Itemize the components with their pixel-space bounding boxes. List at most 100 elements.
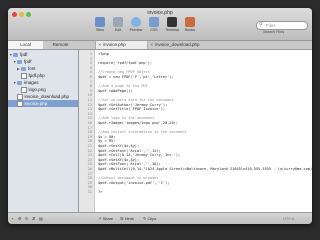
line-number: 9 — [89, 88, 92, 93]
sidebar-item-invoice-download[interactable]: invoice_download.php — [8, 93, 78, 101]
file-tab-invoice[interactable]: ✕ invoice.php — [95, 41, 147, 49]
code-line[interactable]: //Set up meta data for the document — [98, 98, 174, 102]
code-line[interactable]: //Add contact information to the documen… — [98, 130, 187, 134]
line-number: 14 — [87, 111, 92, 116]
line-number: 15 — [87, 116, 92, 121]
line-number-gutter: 1 2 3 4 5 6 7 8 9 10 11 12 13 14 15 16 17 18 19 20 21 22 23 24 2… — [79, 50, 95, 212]
sidebar-item-label: fpdf.php — [28, 73, 45, 78]
line-number: 30 — [87, 185, 92, 190]
toolbar-books-label: Books — [185, 28, 195, 32]
sidebar-item-images[interactable]: ▼ images — [8, 79, 78, 86]
line-number: 10 — [87, 93, 92, 98]
css-icon — [149, 17, 159, 27]
close-tab-icon[interactable]: ✕ — [150, 41, 153, 49]
share-button[interactable]: ↗ Share — [98, 216, 113, 221]
line-number: 16 — [87, 121, 92, 125]
encoding-indicator[interactable]: UTF-8 — [283, 216, 294, 221]
books-icon — [185, 17, 195, 27]
folder-action-icon[interactable]: ▤ — [39, 216, 43, 221]
toolbar-css-button[interactable]: CSS — [146, 17, 162, 32]
sidebar-item-label: fpdf — [20, 52, 28, 57]
sidebar-item-logo[interactable]: logo.png — [8, 86, 78, 94]
line-number: 26 — [87, 167, 92, 171]
code-line[interactable]: $pdf->SetTitle('FPDF Invoice'); — [98, 107, 165, 111]
code-line[interactable]: $pdf->MultiCell(0,14,"1024 Apple Street\… — [98, 167, 312, 171]
line-number: 18 — [87, 130, 92, 135]
code-line[interactable]: $y = 95; — [98, 139, 115, 143]
code-line[interactable]: $pdf->Output('invoice.pdf', 'I'); — [98, 181, 169, 185]
sidebar-item-fpdf[interactable]: ▼ fpdf — [8, 58, 78, 65]
toolbar-books-button[interactable]: Books — [182, 17, 198, 32]
sidebar-item-label: invoice.php — [24, 101, 48, 106]
line-number: 5 — [89, 70, 92, 75]
toolbar-preview-label: Preview — [129, 28, 143, 32]
close-tab-icon[interactable]: ✕ — [98, 41, 101, 49]
sidebar-item-label: images — [24, 80, 39, 85]
folder-icon — [17, 60, 22, 64]
app-window: invoice.php Sites Edit Preview CSS Termi… — [8, 8, 312, 224]
sidebar-item-label: font — [28, 66, 36, 71]
code-line[interactable]: //Add logo to the document — [98, 116, 154, 120]
tab-local[interactable]: Local — [8, 41, 43, 49]
line-number: 8 — [89, 84, 92, 89]
folder-icon — [17, 81, 22, 85]
settings-icon[interactable]: ⚙ — [18, 216, 22, 221]
sidebar-item-invoice[interactable]: invoice.php — [8, 100, 78, 108]
code-editor[interactable]: <?php require('fpdf/fpdf.php'); //Create n… — [95, 50, 312, 212]
search-input[interactable]: ⚲ Files — [256, 21, 308, 30]
code-line[interactable]: <?php — [98, 52, 109, 56]
refresh-icon[interactable]: ↻ — [25, 216, 28, 221]
line-number: 12 — [87, 102, 92, 107]
toolbar-sites-button[interactable]: Sites — [92, 17, 108, 32]
file-tab-label: invoice_download.php — [155, 42, 200, 47]
code-line[interactable]: require('fpdf/fpdf.php'); — [98, 61, 152, 65]
sites-icon — [95, 17, 105, 27]
code-line[interactable]: $x = 90; — [98, 135, 115, 139]
tab-bar: Local Remote ✕ invoice.php ✕ invoice_dow… — [8, 41, 312, 50]
line-number: 3 — [89, 61, 92, 66]
code-line[interactable]: $pdf->Cell(0,14,'Jeremy Curry, Inc.'); — [98, 153, 180, 157]
code-line[interactable]: //Output document to browser — [98, 176, 159, 180]
terminal-icon — [167, 17, 177, 27]
code-line[interactable]: $pdf->Image('images/logo.png',20,20); — [98, 121, 178, 125]
sync-icon[interactable]: ⇵ — [32, 216, 35, 221]
tab-remote[interactable]: Remote — [43, 41, 78, 49]
search-label: Search Files — [263, 30, 285, 34]
line-number: 19 — [87, 134, 92, 139]
file-tab-invoice-download[interactable]: ✕ invoice_download.php — [147, 41, 222, 49]
line-number: 4 — [89, 65, 92, 70]
sidebar-item-fpdf-root[interactable]: ▼ fpdf — [8, 51, 78, 58]
line-number: 7 — [89, 79, 92, 84]
code-line[interactable]: //Add a page to the PDF — [98, 84, 148, 88]
line-number: 27 — [87, 171, 92, 176]
code-line[interactable]: $pdf->SetXY($x,$y); — [98, 144, 139, 148]
sidebar-item-font[interactable]: ▶ font — [8, 65, 78, 72]
line-number: 22 — [87, 148, 92, 153]
sidebar-item-label: invoice_download.php — [24, 94, 70, 99]
code-line[interactable]: $pdf->AddPage(); — [98, 89, 133, 93]
toolbar-terminal-button[interactable]: Terminal — [164, 17, 180, 32]
code-line[interactable]: $pdf->SetFont('Arial','',10); — [98, 162, 161, 166]
code-line[interactable]: $pdf = new FPDF('P','pt','Letter'); — [98, 75, 174, 79]
toolbar-edit-button[interactable]: Edit — [110, 17, 126, 32]
toolbar-terminal-label: Terminal — [165, 28, 179, 32]
toolbar-preview-button[interactable]: Preview — [128, 17, 144, 32]
status-bar: + ⚙ ↻ ⇵ ▤ ↗ Share ☰ Hints ✎ Clips UTF-8 — [8, 212, 312, 224]
code-line[interactable]: ?> — [98, 190, 102, 194]
toolbar-css-label: CSS — [150, 28, 158, 32]
code-line[interactable]: //Create new FPDF Object — [98, 70, 150, 74]
toolbar-sites-label: Sites — [96, 28, 104, 32]
line-number: 6 — [89, 75, 92, 79]
line-number: 31 — [87, 190, 92, 194]
folder-icon — [13, 53, 18, 57]
sidebar-item-fpdf-php[interactable]: fpdf.php — [8, 72, 78, 80]
code-line[interactable]: $pdf->SetAuthor('Jeremy Curry'); — [98, 103, 167, 107]
toolbar-edit-label: Edit — [114, 28, 122, 32]
file-browser-sidebar: ▼ fpdf ▼ fpdf ▶ font fpdf.php ▼ images logo.… — [8, 50, 79, 212]
add-icon[interactable]: + — [11, 216, 13, 221]
hints-button[interactable]: ☰ Hints — [120, 216, 134, 221]
clips-button[interactable]: ✎ Clips — [143, 216, 156, 221]
code-line[interactable]: $pdf->SetFont('Arial','',14); — [98, 149, 161, 153]
line-number: 2 — [89, 56, 92, 61]
code-line[interactable]: $pdf->SetXY($x,$y); — [98, 158, 139, 162]
